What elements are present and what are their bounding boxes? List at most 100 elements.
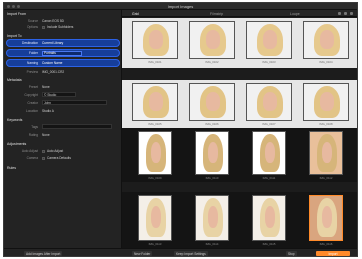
thumbnail-filename: IMG_0101 xyxy=(148,60,162,64)
field-label-rating: Rating xyxy=(28,133,38,137)
filter-icon[interactable] xyxy=(350,12,353,15)
photo-thumbnail[interactable] xyxy=(252,131,286,175)
list-view-icon[interactable] xyxy=(344,12,347,15)
field-label-naming: Naming xyxy=(27,61,38,65)
field-value-options: Include Subfolders xyxy=(47,25,74,29)
tab-filmstrip[interactable]: Filmstrip xyxy=(210,12,223,16)
thumbnail-filename: IMG_0104 xyxy=(319,60,333,64)
face-shape xyxy=(150,141,162,163)
auto-adjust-checkbox[interactable] xyxy=(42,149,45,153)
section-adjustments[interactable]: Adjustments xyxy=(7,142,26,146)
face-shape xyxy=(148,92,164,111)
face-shape xyxy=(205,92,221,111)
thumbnail-filename: IMG_0108 xyxy=(319,122,333,126)
window-title: Import Images xyxy=(167,4,194,9)
photo-thumbnail[interactable] xyxy=(303,83,349,121)
photo-thumbnail[interactable] xyxy=(246,83,292,121)
section-import-to[interactable]: Import To xyxy=(7,34,22,38)
import-button[interactable]: Import xyxy=(316,251,350,256)
view-tabs: Grid Filmstrip Loupe xyxy=(122,10,357,17)
thumbnail-filename: IMG_0114 xyxy=(205,242,219,246)
import-settings-sidebar: Import From Source Canon EOS 5D Options … xyxy=(4,10,122,248)
field-label-source: Source xyxy=(27,19,38,23)
field-label-tags: Tags xyxy=(31,125,38,129)
photo-thumbnail[interactable] xyxy=(189,83,235,121)
title-bar: Import Images xyxy=(4,3,357,10)
grid-view-icon[interactable] xyxy=(338,12,341,15)
photo-thumbnail[interactable] xyxy=(138,131,172,175)
face-shape xyxy=(262,30,278,49)
camera-defaults-checkbox[interactable] xyxy=(42,156,45,160)
face-shape xyxy=(207,206,219,229)
face-shape xyxy=(319,92,335,111)
thumbnail-filename: IMG_0107 xyxy=(262,122,276,126)
thumbnail-filename: IMG_0102 xyxy=(205,60,219,64)
field-value-camera: Camera Defaults xyxy=(47,156,71,160)
field-label-preview: Preview xyxy=(26,70,38,74)
tab-grid[interactable]: Grid xyxy=(132,12,139,16)
new-folder-button[interactable]: New Folder xyxy=(132,251,153,256)
field-label-copyright: Copyright xyxy=(24,93,38,97)
field-value-rating[interactable]: None xyxy=(42,133,50,137)
section-keywords[interactable]: Keywords xyxy=(7,118,22,122)
photo-thumbnail[interactable] xyxy=(309,195,343,241)
field-value-auto-adjust: Auto Adjust xyxy=(47,149,64,153)
photo-thumbnail[interactable] xyxy=(195,131,229,175)
thumbnail-filename: IMG_0111 xyxy=(262,176,276,180)
thumbnail-filename: IMG_0113 xyxy=(148,242,162,246)
thumbnail-filename: IMG_0112 xyxy=(319,176,333,180)
thumbnail-filename: IMG_0116 xyxy=(319,242,333,246)
photo-thumbnail[interactable] xyxy=(309,131,343,175)
add-images-after-import-toggle[interactable]: Add Images After Import xyxy=(24,251,63,256)
tab-loupe[interactable]: Loupe xyxy=(290,12,300,16)
field-label-preset: Preset xyxy=(28,85,38,89)
field-value-folder: Portraits xyxy=(44,51,56,55)
thumbnail-filename: IMG_0106 xyxy=(205,122,219,126)
field-label-folder: Folder xyxy=(28,51,38,55)
field-value-preset[interactable]: None xyxy=(42,85,50,89)
field-value-creator: John xyxy=(44,101,51,105)
import-action-bar: Add Images After Import New Folder Keep … xyxy=(4,248,357,256)
photo-thumbnail[interactable] xyxy=(195,195,229,241)
photo-thumbnail[interactable] xyxy=(189,21,235,59)
stop-button[interactable]: Stop xyxy=(286,251,297,256)
thumbnail-filename: IMG_0105 xyxy=(148,122,162,126)
photo-thumbnail[interactable] xyxy=(132,21,178,59)
field-value-source[interactable]: Canon EOS 5D xyxy=(42,19,64,23)
tags-field[interactable] xyxy=(42,124,112,129)
field-label-creator: Creator xyxy=(27,101,38,105)
keep-import-settings-button[interactable]: Keep Import Settings xyxy=(174,251,208,256)
import-window: Import Images Import From Source Canon E… xyxy=(3,2,358,257)
section-metadata[interactable]: Metadata xyxy=(7,78,22,82)
photo-thumbnail[interactable] xyxy=(252,195,286,241)
thumbnail-filename: IMG_0103 xyxy=(262,60,276,64)
thumbnail-filename: IMG_0110 xyxy=(205,176,219,180)
photo-thumbnail[interactable] xyxy=(138,195,172,241)
field-value-naming: Custom Name xyxy=(42,61,63,65)
photo-thumbnail[interactable] xyxy=(132,83,178,121)
field-label-auto-adjust: Auto Adjust xyxy=(21,149,38,153)
section-rules[interactable]: Rules xyxy=(7,166,16,170)
face-shape xyxy=(148,30,164,49)
face-shape xyxy=(264,141,276,163)
face-shape xyxy=(264,206,276,229)
face-shape xyxy=(207,141,219,163)
section-import-from[interactable]: Import From xyxy=(7,12,26,16)
field-label-location: Location xyxy=(25,109,38,113)
field-label-options: Options xyxy=(27,25,38,29)
field-value-copyright: © Studio xyxy=(44,93,57,97)
field-label-destination: Destination xyxy=(22,41,38,45)
face-shape xyxy=(319,30,335,49)
thumbnail-filename: IMG_0115 xyxy=(262,242,276,246)
photo-thumbnail[interactable] xyxy=(303,21,349,59)
thumbnail-filename: IMG_0109 xyxy=(148,176,162,180)
field-value-destination: Current Library xyxy=(42,41,64,45)
face-shape xyxy=(262,92,278,111)
creator-field[interactable] xyxy=(42,100,107,105)
field-value-location[interactable]: Studio A xyxy=(42,109,54,113)
face-shape xyxy=(205,30,221,49)
subfolders-checkbox[interactable] xyxy=(42,25,45,29)
photo-thumbnail[interactable] xyxy=(246,21,292,59)
face-shape xyxy=(321,141,333,163)
field-value-preview: IMG_0001.CR2 xyxy=(42,70,65,74)
